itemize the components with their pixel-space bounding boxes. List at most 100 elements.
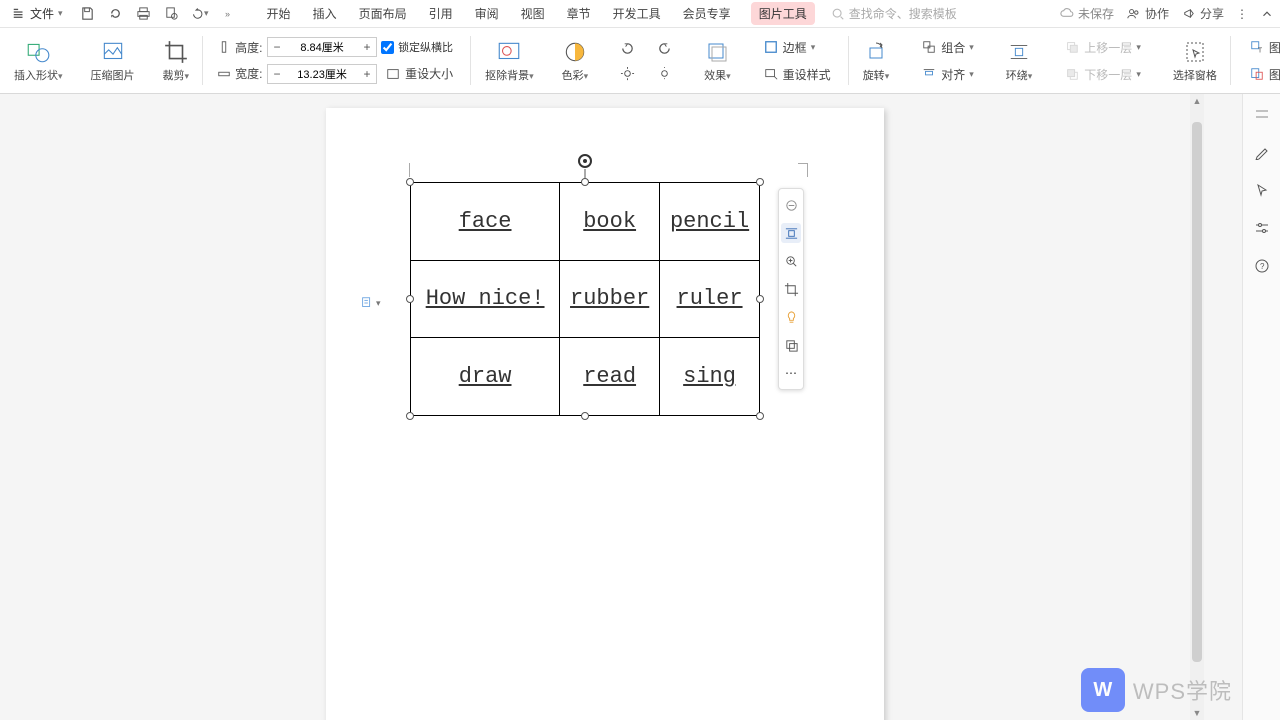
more-menu-icon[interactable]: ⋮ bbox=[1236, 7, 1248, 21]
insert-shape-button[interactable]: 插入形状▾ bbox=[8, 35, 69, 87]
resize-handle-tl[interactable] bbox=[406, 178, 414, 186]
share-icon bbox=[1181, 6, 1196, 21]
tab-insert[interactable]: 插入 bbox=[311, 1, 339, 26]
height-input[interactable] bbox=[286, 38, 358, 56]
vertical-scrollbar[interactable]: ▲ ▼ bbox=[1190, 94, 1204, 720]
settings-slider-icon[interactable] bbox=[1252, 218, 1272, 238]
width-decrease[interactable]: − bbox=[268, 65, 286, 83]
command-search[interactable]: 查找命令、搜索模板 bbox=[831, 5, 957, 22]
document-page[interactable]: ▾ facebookpencil How nice!rubberruler dr… bbox=[326, 108, 884, 720]
height-spinner[interactable]: − + bbox=[267, 37, 377, 57]
tab-vip[interactable]: 会员专享 bbox=[681, 1, 733, 26]
watermark: W WPS学院 bbox=[1081, 668, 1232, 712]
resize-handle-tr[interactable] bbox=[756, 178, 764, 186]
refresh-icon[interactable] bbox=[107, 5, 125, 23]
svg-text:T: T bbox=[1258, 47, 1263, 54]
file-menu[interactable]: 文件 ▾ bbox=[6, 3, 69, 24]
width-input[interactable] bbox=[286, 65, 358, 83]
tab-layout[interactable]: 页面布局 bbox=[357, 1, 409, 26]
save-status[interactable]: 未保存 bbox=[1059, 5, 1114, 22]
tab-picture-tools[interactable]: 图片工具 bbox=[751, 2, 815, 25]
tab-view[interactable]: 视图 bbox=[519, 1, 547, 26]
brightness-down-icon[interactable] bbox=[653, 64, 676, 83]
more-quickaccess-icon[interactable]: » bbox=[219, 5, 237, 23]
image-table-content: facebookpencil How nice!rubberruler draw… bbox=[410, 182, 760, 416]
brightness-up-icon[interactable] bbox=[616, 64, 639, 83]
svg-text:?: ? bbox=[1260, 262, 1265, 271]
width-spinner[interactable]: − + bbox=[267, 64, 377, 84]
share-button[interactable]: 分享 bbox=[1181, 5, 1224, 22]
collapse-ribbon-icon[interactable] bbox=[1260, 7, 1274, 21]
width-increase[interactable]: + bbox=[358, 65, 376, 83]
tab-review[interactable]: 审阅 bbox=[473, 1, 501, 26]
copy-image-icon[interactable] bbox=[781, 335, 801, 355]
search-placeholder: 查找命令、搜索模板 bbox=[849, 5, 957, 22]
print-icon[interactable] bbox=[135, 5, 153, 23]
help-icon[interactable]: ? bbox=[1252, 256, 1272, 276]
selection-pane-button[interactable]: 选择窗格 bbox=[1167, 35, 1223, 87]
people-icon bbox=[1126, 6, 1141, 21]
resize-handle-ml[interactable] bbox=[406, 295, 414, 303]
height-icon bbox=[217, 40, 231, 54]
more-tools-icon[interactable]: ⋯ bbox=[781, 363, 801, 383]
crop-button[interactable]: 裁剪▾ bbox=[157, 35, 196, 87]
cursor-icon[interactable] bbox=[1252, 180, 1272, 200]
fit-icon[interactable] bbox=[781, 195, 801, 215]
tab-references[interactable]: 引用 bbox=[427, 1, 455, 26]
pic-to-text-button[interactable]: T图片转文字 bbox=[1245, 37, 1280, 58]
side-panel: ? bbox=[1242, 94, 1280, 720]
border-button[interactable]: 边框▾ bbox=[759, 37, 835, 58]
menu-lines-icon[interactable] bbox=[1252, 104, 1272, 124]
height-increase[interactable]: + bbox=[358, 38, 376, 56]
compress-image-button[interactable]: 压缩图片 bbox=[85, 35, 141, 87]
scroll-up-icon[interactable]: ▲ bbox=[1190, 94, 1204, 108]
undo-icon[interactable]: ▾ bbox=[191, 5, 209, 23]
height-label: 高度: bbox=[235, 39, 263, 56]
scroll-thumb[interactable] bbox=[1192, 122, 1202, 662]
tab-dev[interactable]: 开发工具 bbox=[611, 1, 663, 26]
floating-image-toolbar: ⋯ bbox=[778, 188, 804, 390]
group-button[interactable]: 组合▾ bbox=[917, 37, 978, 58]
rotate-handle[interactable] bbox=[578, 154, 592, 168]
resize-handle-mr[interactable] bbox=[756, 295, 764, 303]
rotate-left-icon[interactable] bbox=[616, 39, 639, 58]
align-button[interactable]: 对齐▾ bbox=[917, 64, 978, 85]
reset-style-button[interactable]: 重设样式 bbox=[759, 64, 835, 85]
rotate-button[interactable]: 旋转▾ bbox=[857, 35, 896, 87]
selected-image[interactable]: facebookpencil How nice!rubberruler draw… bbox=[410, 182, 760, 416]
search-icon bbox=[831, 7, 845, 21]
rotate-right-icon[interactable] bbox=[653, 39, 676, 58]
wrap-button[interactable]: 环绕▾ bbox=[1000, 35, 1039, 87]
tab-start[interactable]: 开始 bbox=[265, 1, 293, 26]
reset-size-button[interactable]: 重设大小 bbox=[381, 63, 457, 84]
cloud-icon bbox=[1059, 6, 1074, 21]
resize-handle-bl[interactable] bbox=[406, 412, 414, 420]
margin-mark bbox=[409, 163, 410, 177]
height-decrease[interactable]: − bbox=[268, 38, 286, 56]
print-preview-icon[interactable] bbox=[163, 5, 181, 23]
pen-icon[interactable] bbox=[1252, 142, 1272, 162]
save-icon[interactable] bbox=[79, 5, 97, 23]
wrap-text-icon[interactable] bbox=[781, 223, 801, 243]
remove-background-button[interactable]: 抠除背景▾ bbox=[479, 35, 540, 87]
file-menu-label: 文件 bbox=[30, 5, 54, 22]
width-icon bbox=[217, 67, 231, 81]
resize-handle-tc[interactable] bbox=[581, 178, 589, 186]
width-label: 宽度: bbox=[235, 65, 263, 82]
effect-button[interactable]: 效果▾ bbox=[698, 35, 737, 87]
chevron-down-icon: ▾ bbox=[58, 8, 63, 19]
color-button[interactable]: 色彩▾ bbox=[556, 35, 595, 87]
lock-aspect-checkbox[interactable]: 锁定纵横比 bbox=[381, 39, 453, 55]
idea-icon[interactable] bbox=[781, 307, 801, 327]
anchor-icon[interactable]: ▾ bbox=[360, 296, 381, 310]
resize-handle-bc[interactable] bbox=[581, 412, 589, 420]
pic-to-pdf-button[interactable]: 图片转PDF bbox=[1245, 64, 1280, 85]
bring-forward-button: 上移一层▾ bbox=[1060, 37, 1145, 58]
zoom-icon[interactable] bbox=[781, 251, 801, 271]
collab-button[interactable]: 协作 bbox=[1126, 5, 1169, 22]
crop-tool-icon[interactable] bbox=[781, 279, 801, 299]
margin-mark bbox=[798, 163, 808, 177]
send-backward-button: 下移一层▾ bbox=[1060, 64, 1145, 85]
resize-handle-br[interactable] bbox=[756, 412, 764, 420]
tab-chapter[interactable]: 章节 bbox=[565, 1, 593, 26]
